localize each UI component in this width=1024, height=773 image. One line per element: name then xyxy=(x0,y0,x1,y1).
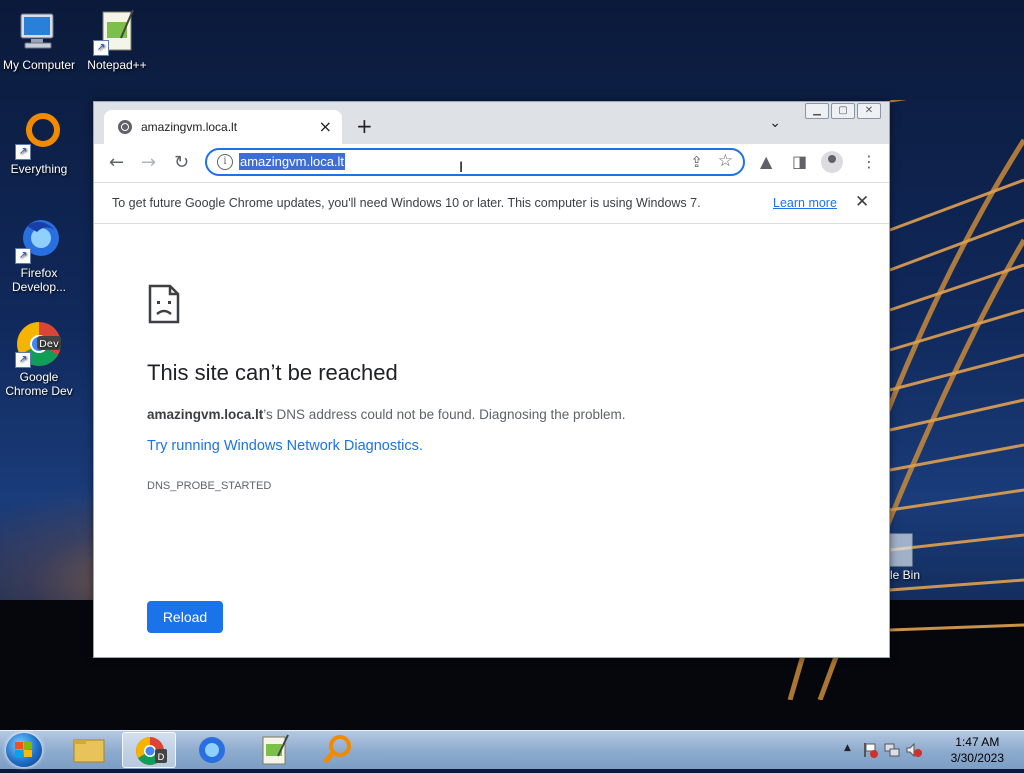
network-icon[interactable] xyxy=(884,742,900,758)
page-content: This site can’t be reached amazingvm.loc… xyxy=(94,224,889,657)
desktop-icon-label: cle Bin xyxy=(884,568,921,582)
shortcut-arrow-icon: ↗ xyxy=(15,352,31,368)
recycle-bin-icon xyxy=(889,533,913,567)
desktop-icon-recycle-bin[interactable]: cle Bin xyxy=(884,528,944,582)
taskbar-firefox-dev[interactable] xyxy=(185,732,239,768)
volume-muted-icon[interactable] xyxy=(906,742,922,758)
desktop-icon-everything[interactable]: ↗ Everything xyxy=(0,112,78,176)
shortcut-arrow-icon: ↗ xyxy=(15,248,31,264)
sad-page-icon xyxy=(148,284,180,324)
clock-date: 3/30/2023 xyxy=(950,751,1004,765)
text-cursor-icon: I xyxy=(459,160,464,176)
chrome-window: ▁ ▢ ✕ amazingvm.loca.lt × + ⌄ ← → ↻ i am… xyxy=(93,101,890,658)
address-url[interactable]: amazingvm.loca.lt xyxy=(239,153,346,170)
back-button[interactable]: ← xyxy=(109,152,124,173)
maximize-button[interactable]: ▢ xyxy=(831,103,855,119)
reload-icon-button[interactable]: ↻ xyxy=(174,152,189,173)
desktop-icon-label: Notepad++ xyxy=(87,58,147,72)
forward-button[interactable]: → xyxy=(141,152,156,173)
shortcut-arrow-icon: ↗ xyxy=(15,144,31,160)
notepadpp-icon: ↗ xyxy=(93,8,141,56)
system-tray: ▲ 1:47 AM 3/30/2023 xyxy=(834,731,1024,769)
computer-icon xyxy=(15,8,63,56)
menu-kebab-icon[interactable]: ⋮ xyxy=(861,152,877,171)
error-title: This site can’t be reached xyxy=(147,360,398,385)
taskbar-explorer[interactable] xyxy=(62,732,116,768)
start-button[interactable] xyxy=(6,733,42,767)
desktop-icon-my-computer[interactable]: My Computer xyxy=(0,8,78,72)
firefox-dev-icon xyxy=(199,737,225,763)
everything-search-icon xyxy=(323,735,351,764)
error-description: amazingvm.loca.lt’s DNS address could no… xyxy=(147,407,626,422)
taskbar-everything[interactable] xyxy=(310,732,364,768)
desktop-icon-label: Google Chrome Dev xyxy=(5,370,73,398)
desktop-icon-label: Everything xyxy=(10,162,68,176)
taskbar-chrome-dev[interactable]: D xyxy=(122,732,176,768)
clock[interactable]: 1:47 AM 3/30/2023 xyxy=(951,734,1004,766)
tab-close-icon[interactable]: × xyxy=(319,117,332,136)
window-controls: ▁ ▢ ✕ xyxy=(805,103,881,119)
taskbar: D ▲ 1:47 AM 3/30/2023 xyxy=(0,730,1024,769)
update-infobar: To get future Google Chrome updates, you… xyxy=(94,182,889,224)
address-bar[interactable]: i amazingvm.loca.lt ⇪ ☆ xyxy=(205,148,745,176)
minimize-button[interactable]: ▁ xyxy=(805,103,829,119)
shortcut-arrow-icon: ↗ xyxy=(93,40,109,56)
side-panel-icon[interactable]: ◨ xyxy=(792,152,807,171)
profile-avatar-icon[interactable] xyxy=(821,151,843,173)
reload-button[interactable]: Reload xyxy=(147,601,223,633)
chrome-dev-icon: D xyxy=(136,737,167,765)
folder-icon xyxy=(73,739,105,763)
notepadpp-icon xyxy=(262,734,289,765)
tab-search-button[interactable]: ⌄ xyxy=(769,115,781,131)
svg-text:D: D xyxy=(158,753,165,763)
labs-flask-icon[interactable]: ▲ xyxy=(760,152,772,171)
error-code: DNS_PROBE_STARTED xyxy=(147,480,272,492)
site-info-icon[interactable]: i xyxy=(217,154,233,170)
tab-title: amazingvm.loca.lt xyxy=(141,120,238,134)
share-icon[interactable]: ⇪ xyxy=(690,153,703,171)
action-center-flag-icon[interactable] xyxy=(862,742,878,758)
chrome-dev-icon: Dev ↗ xyxy=(15,320,63,368)
error-description-text: ’s DNS address could not be found. Diagn… xyxy=(263,407,626,422)
show-hidden-icons-button[interactable]: ▲ xyxy=(844,743,851,753)
browser-toolbar: ← → ↻ i amazingvm.loca.lt ⇪ ☆ ▲ ◨ ⋮ xyxy=(94,144,889,182)
desktop-icon-chrome-dev[interactable]: Dev ↗ Google Chrome Dev xyxy=(0,320,78,398)
network-diagnostics-link[interactable]: Try running Windows Network Diagnostics. xyxy=(147,438,423,454)
infobar-message: To get future Google Chrome updates, you… xyxy=(112,196,701,210)
windows-logo-icon xyxy=(15,742,32,757)
learn-more-link[interactable]: Learn more xyxy=(773,196,837,210)
everything-search-icon: ↗ xyxy=(15,112,63,160)
svg-text:Dev: Dev xyxy=(39,339,59,350)
infobar-close-icon[interactable]: ✕ xyxy=(855,192,869,212)
globe-icon xyxy=(118,120,132,134)
clock-time: 1:47 AM xyxy=(955,735,1000,749)
error-host: amazingvm.loca.lt xyxy=(147,407,264,422)
desktop-icon-firefox-dev[interactable]: ↗ Firefox Develop... xyxy=(0,216,78,294)
browser-tab[interactable]: amazingvm.loca.lt × xyxy=(104,110,342,144)
close-window-button[interactable]: ✕ xyxy=(857,103,881,119)
desktop-icon-label: Firefox Develop... xyxy=(11,266,67,294)
firefox-dev-icon: ↗ xyxy=(15,216,63,264)
bookmark-star-icon[interactable]: ☆ xyxy=(718,151,733,171)
taskbar-notepadpp[interactable] xyxy=(248,732,302,768)
desktop-icon-label: My Computer xyxy=(2,58,76,72)
desktop-icon-notepadpp[interactable]: ↗ Notepad++ xyxy=(78,8,156,72)
new-tab-button[interactable]: + xyxy=(356,114,373,138)
